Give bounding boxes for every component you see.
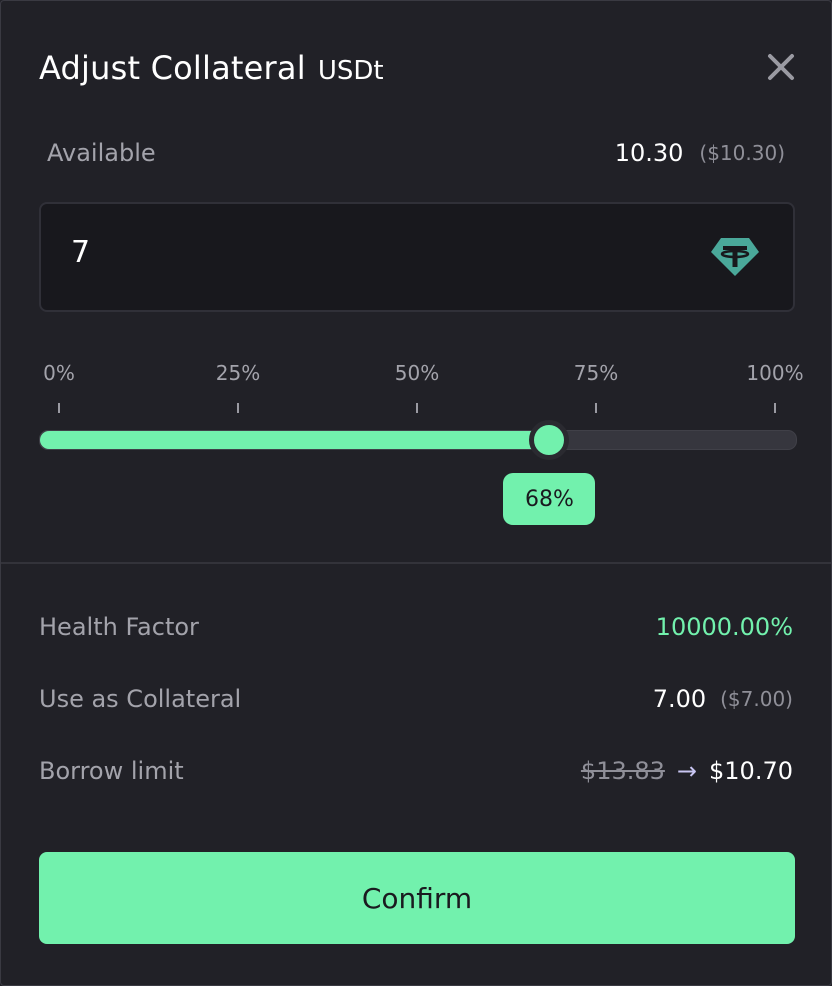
- slider-tick-label[interactable]: 100%: [746, 361, 803, 385]
- slider-tick-label[interactable]: 75%: [574, 361, 618, 385]
- slider-value-badge: 68%: [503, 473, 596, 525]
- borrow-limit-values: $13.83 → $10.70: [581, 757, 793, 785]
- divider: [1, 562, 831, 564]
- slider-thumb[interactable]: [529, 420, 570, 460]
- tether-icon: [711, 238, 759, 276]
- collateral-amount: 7.00: [652, 685, 707, 713]
- slider-fill: [40, 431, 551, 449]
- borrow-limit-old: $13.83: [580, 757, 665, 785]
- slider-tick-mark: [774, 403, 776, 413]
- borrow-limit-row: Borrow limit $13.83 → $10.70: [39, 757, 793, 785]
- available-row: Available 10.30 ($10.30): [47, 139, 785, 167]
- modal-title: Adjust Collateral: [39, 49, 306, 87]
- health-factor-label: Health Factor: [39, 613, 199, 641]
- use-as-collateral-label: Use as Collateral: [39, 685, 242, 713]
- slider-track[interactable]: [39, 430, 797, 450]
- slider-tick-label[interactable]: 25%: [216, 361, 260, 385]
- available-usd: ($10.30): [699, 141, 785, 165]
- health-factor-value: 10000.00%: [655, 613, 793, 641]
- amount-input-box[interactable]: [39, 202, 795, 312]
- use-as-collateral-values: 7.00 ($7.00): [653, 685, 793, 713]
- close-button[interactable]: [765, 51, 797, 83]
- slider-ticks: 0% 25% 50% 75% 100%: [1, 361, 832, 421]
- adjust-collateral-modal: Adjust Collateral USDt Available 10.30 (…: [0, 0, 832, 986]
- available-amount: 10.30: [614, 139, 684, 167]
- slider-tick-mark: [58, 403, 60, 413]
- borrow-limit-label: Borrow limit: [39, 757, 184, 785]
- close-icon: [768, 54, 794, 80]
- modal-header: Adjust Collateral USDt: [39, 49, 384, 87]
- available-label: Available: [47, 139, 156, 167]
- confirm-button[interactable]: Confirm: [39, 852, 795, 944]
- available-values: 10.30 ($10.30): [615, 139, 785, 167]
- borrow-limit-new: $10.70: [709, 757, 793, 785]
- collateral-usd: ($7.00): [720, 687, 793, 711]
- slider-tick-label[interactable]: 0%: [43, 361, 75, 385]
- health-factor-row: Health Factor 10000.00%: [39, 613, 793, 641]
- amount-input[interactable]: [69, 234, 673, 271]
- slider-tick-mark: [237, 403, 239, 413]
- use-as-collateral-row: Use as Collateral 7.00 ($7.00): [39, 685, 793, 713]
- slider-tick-mark: [416, 403, 418, 413]
- slider-tick-label[interactable]: 50%: [395, 361, 439, 385]
- token-symbol: USDt: [317, 56, 384, 86]
- slider-tick-mark: [595, 403, 597, 413]
- arrow-right-icon: →: [676, 757, 698, 785]
